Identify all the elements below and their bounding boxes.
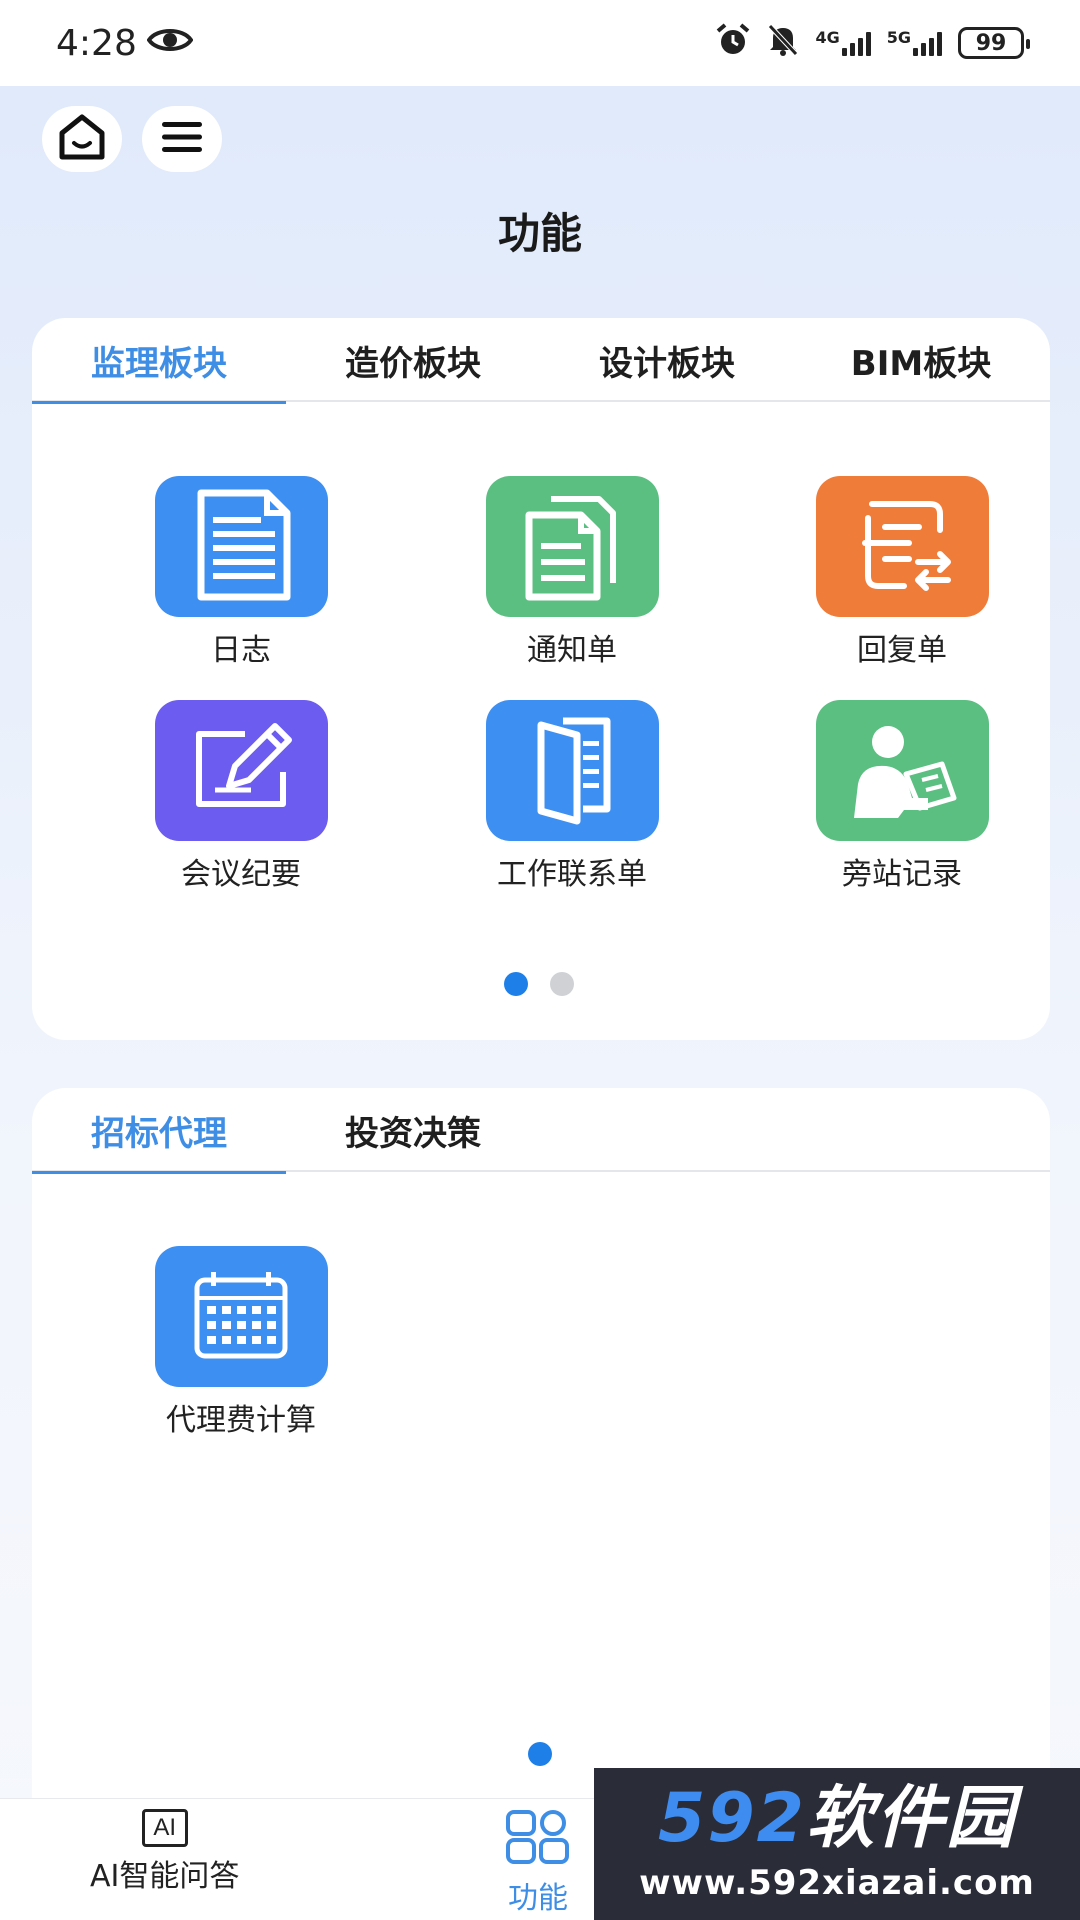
person-writing-icon <box>842 714 962 828</box>
page-title: 功能 <box>497 209 582 258</box>
status-time: 4:28 <box>56 22 137 64</box>
net-label-4g: 4G <box>815 28 840 47</box>
watermark-brand: 592软件园 <box>658 1785 1016 1853</box>
watermark-brand-name: 软件园 <box>805 1779 1016 1858</box>
section1-page-indicator <box>504 972 574 996</box>
log-item[interactable]: 日志 <box>126 476 356 669</box>
side-station-label: 旁站记录 <box>842 857 962 892</box>
section1-tabs: 监理板块 造价板块 设计板块 BIM板块 <box>32 318 1050 404</box>
folder-sheet-icon <box>517 709 627 833</box>
ai-icon: AI <box>141 1809 188 1847</box>
reply-label: 回复单 <box>857 633 947 668</box>
status-left: 4:28 <box>56 22 194 64</box>
page-dot-2[interactable] <box>550 972 574 996</box>
notice-label: 通知单 <box>527 633 617 668</box>
nav-ai-qa[interactable]: AI AI智能问答 <box>90 1809 239 1895</box>
work-contact-tile <box>485 700 659 841</box>
battery-level: 99 <box>975 30 1007 56</box>
nav-function-label: 功能 <box>508 1881 568 1916</box>
document-icon <box>181 485 301 609</box>
net-label-5g: 5G <box>886 28 911 47</box>
tab-tender-agency[interactable]: 招标代理 <box>32 1088 286 1174</box>
supervision-card: 监理板块 造价板块 设计板块 BIM板块 日志 通知单 回复单 会议纪要 工作联… <box>32 318 1050 1040</box>
tab-supervision[interactable]: 监理板块 <box>32 318 286 404</box>
page-dot-1[interactable] <box>504 972 528 996</box>
calendar-calculator-icon <box>191 1270 291 1364</box>
status-right: 4G 5G 99 <box>715 23 1030 63</box>
signal-4g-icon: 4G <box>815 28 871 56</box>
section2-tabs: 招标代理 投资决策 <box>32 1088 1050 1174</box>
reply-tile <box>815 476 989 617</box>
alarm-icon <box>715 23 751 63</box>
tab-investment-decision[interactable]: 投资决策 <box>286 1088 540 1172</box>
watermark-brand-number: 592 <box>658 1779 806 1858</box>
agency-fee-item[interactable]: 代理费计算 <box>126 1246 356 1439</box>
agency-fee-tile <box>154 1246 328 1387</box>
hamburger-menu-icon <box>160 119 204 159</box>
agency-fee-label: 代理费计算 <box>166 1403 316 1438</box>
reply-item[interactable]: 回复单 <box>787 476 1017 669</box>
status-bar: 4:28 4G 5G 99 <box>0 0 1080 86</box>
page-dot-1[interactable] <box>528 1742 552 1766</box>
eye-icon <box>146 23 194 64</box>
signal-5g-icon: 5G <box>887 30 942 56</box>
menu-button[interactable] <box>142 106 222 172</box>
tab-design[interactable]: 设计板块 <box>540 318 794 402</box>
copy-documents-icon <box>507 485 637 609</box>
mute-bell-icon <box>767 23 799 63</box>
minutes-item[interactable]: 会议纪要 <box>126 700 356 893</box>
reply-list-icon <box>842 490 962 604</box>
watermark-logo: 592软件园 www.592xiazai.com <box>594 1768 1080 1920</box>
log-label: 日志 <box>211 633 271 668</box>
section2-page-indicator <box>528 1742 552 1766</box>
log-tile <box>154 476 328 617</box>
nav-ai-qa-label: AI智能问答 <box>90 1859 240 1894</box>
side-station-item[interactable]: 旁站记录 <box>787 700 1017 893</box>
tab-cost[interactable]: 造价板块 <box>286 318 540 402</box>
minutes-tile <box>154 700 328 841</box>
work-contact-label: 工作联系单 <box>497 857 647 892</box>
watermark-url: www.592xiazai.com <box>639 1863 1035 1903</box>
tab-bim[interactable]: BIM板块 <box>794 318 1048 402</box>
work-contact-item[interactable]: 工作联系单 <box>457 700 687 893</box>
battery-icon: 99 <box>958 27 1030 59</box>
edit-pencil-icon <box>181 714 301 828</box>
home-icon <box>56 113 108 165</box>
home-button[interactable] <box>42 106 122 172</box>
nav-function[interactable]: 功能 <box>505 1809 571 1917</box>
notice-item[interactable]: 通知单 <box>457 476 687 669</box>
minutes-label: 会议纪要 <box>181 857 301 892</box>
side-station-tile <box>815 700 989 841</box>
notice-tile <box>485 476 659 617</box>
grid-icon <box>505 1809 571 1869</box>
